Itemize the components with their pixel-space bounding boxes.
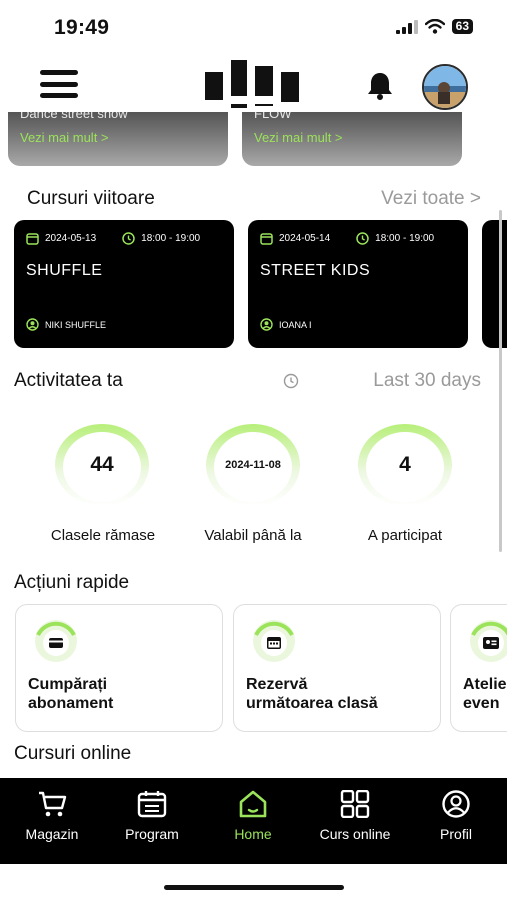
id-card-icon <box>470 620 507 662</box>
quick-actions-title: Acțiuni rapide <box>14 572 130 593</box>
stat-remaining-classes: 44 <box>53 422 151 508</box>
card-icon <box>35 620 77 662</box>
activity-title: Activitatea ta <box>14 370 123 391</box>
course-name: SHUFFLE <box>26 262 103 279</box>
tab-profil[interactable]: Profil <box>406 778 506 864</box>
see-all-link[interactable]: Vezi toate > <box>381 188 481 210</box>
tab-home[interactable]: Home <box>203 778 303 864</box>
course-teacher-name: NIKI SHUFFLE <box>45 319 107 330</box>
workshops-events-card[interactable]: Atelie even <box>450 604 507 732</box>
stat-value: 2024-11-08 <box>225 459 281 471</box>
clock-icon <box>356 232 369 245</box>
course-card[interactable] <box>482 220 507 348</box>
stat-label: Clasele rămase <box>50 527 156 544</box>
profile-icon <box>442 790 470 818</box>
featured-card-title: FLOW <box>254 112 292 121</box>
stat-value: 4 <box>399 453 411 476</box>
tab-label: Curs online <box>319 826 391 842</box>
brand-logo[interactable] <box>203 58 303 112</box>
course-meta: 2024-05-14 18:00 - 19:00 <box>260 232 434 245</box>
quick-action-label: Atelie even <box>463 676 507 712</box>
course-teacher-name: IOANA I <box>279 319 312 330</box>
stat-label: Valabil până la <box>204 527 302 544</box>
calendar-icon <box>137 791 167 818</box>
book-next-class-card[interactable]: Rezervă următoarea clasă <box>233 604 441 732</box>
notification-bell-icon[interactable] <box>366 70 394 100</box>
featured-card-link[interactable]: Vezi mai mult > <box>254 130 343 145</box>
calendar-icon <box>26 233 39 245</box>
home-indicator[interactable] <box>164 885 344 890</box>
stat-attended: 4 <box>356 422 454 508</box>
featured-card[interactable]: Dance street show Vezi mai mult > <box>8 112 228 166</box>
activity-period-selector[interactable]: Last 30 days <box>373 370 481 392</box>
app-header <box>0 56 507 116</box>
user-icon <box>260 318 273 331</box>
quick-action-label: Cumpărați abonament <box>28 676 114 712</box>
status-bar: 19:49 63 <box>0 0 507 52</box>
cart-icon <box>39 791 67 817</box>
signal-icon <box>395 19 418 34</box>
stat-label: A participat <box>367 527 443 544</box>
battery-indicator: 63 <box>451 19 473 34</box>
tab-label: Program <box>125 826 179 842</box>
tab-label: Profil <box>440 826 472 842</box>
upcoming-courses-title: Cursuri viitoare <box>27 188 155 209</box>
buy-subscription-card[interactable]: Cumpărați abonament <box>15 604 223 732</box>
tab-program[interactable]: Program <box>102 778 202 864</box>
course-card[interactable]: 2024-05-13 18:00 - 19:00 SHUFFLE NIKI SH… <box>14 220 234 348</box>
course-teacher: IOANA I <box>260 318 312 331</box>
course-date: 2024-05-14 <box>279 233 331 244</box>
calendar-icon <box>260 233 273 245</box>
course-date: 2024-05-13 <box>45 233 97 244</box>
bottom-tab-bar: Magazin Program Home Curs online Profil <box>0 778 507 864</box>
home-icon <box>239 790 267 818</box>
tab-label: Home <box>234 826 272 842</box>
scrollbar[interactable] <box>499 210 502 552</box>
tab-magazin[interactable]: Magazin <box>2 778 102 864</box>
tab-label: Magazin <box>25 826 79 842</box>
clock-icon <box>283 373 299 389</box>
tab-curs-online[interactable]: Curs online <box>305 778 405 864</box>
course-time: 18:00 - 19:00 <box>141 233 201 244</box>
stat-valid-until: 2024-11-08 <box>204 422 302 508</box>
quick-action-label: Rezervă următoarea clasă <box>246 676 378 712</box>
menu-icon[interactable] <box>40 70 78 98</box>
featured-card[interactable]: FLOW Vezi mai mult > <box>242 112 462 166</box>
featured-card-link[interactable]: Vezi mai mult > <box>20 130 109 145</box>
clock-icon <box>122 232 135 245</box>
featured-events: Dance street show Vezi mai mult > FLOW V… <box>0 112 507 168</box>
course-time: 18:00 - 19:00 <box>375 233 435 244</box>
online-courses-title: Cursuri online <box>14 743 132 764</box>
featured-card-title: Dance street show <box>20 112 128 121</box>
user-icon <box>26 318 39 331</box>
calendar-icon <box>253 620 295 662</box>
avatar[interactable] <box>422 64 468 110</box>
course-meta: 2024-05-13 18:00 - 19:00 <box>26 232 200 245</box>
course-teacher: NIKI SHUFFLE <box>26 318 106 331</box>
course-card[interactable]: 2024-05-14 18:00 - 19:00 STREET KIDS IOA… <box>248 220 468 348</box>
status-time: 19:49 <box>54 16 110 39</box>
wifi-icon <box>424 19 445 34</box>
course-name: STREET KIDS <box>260 262 371 279</box>
stat-value: 44 <box>90 453 114 476</box>
grid-icon <box>340 790 370 818</box>
status-icons: 63 <box>395 19 473 34</box>
